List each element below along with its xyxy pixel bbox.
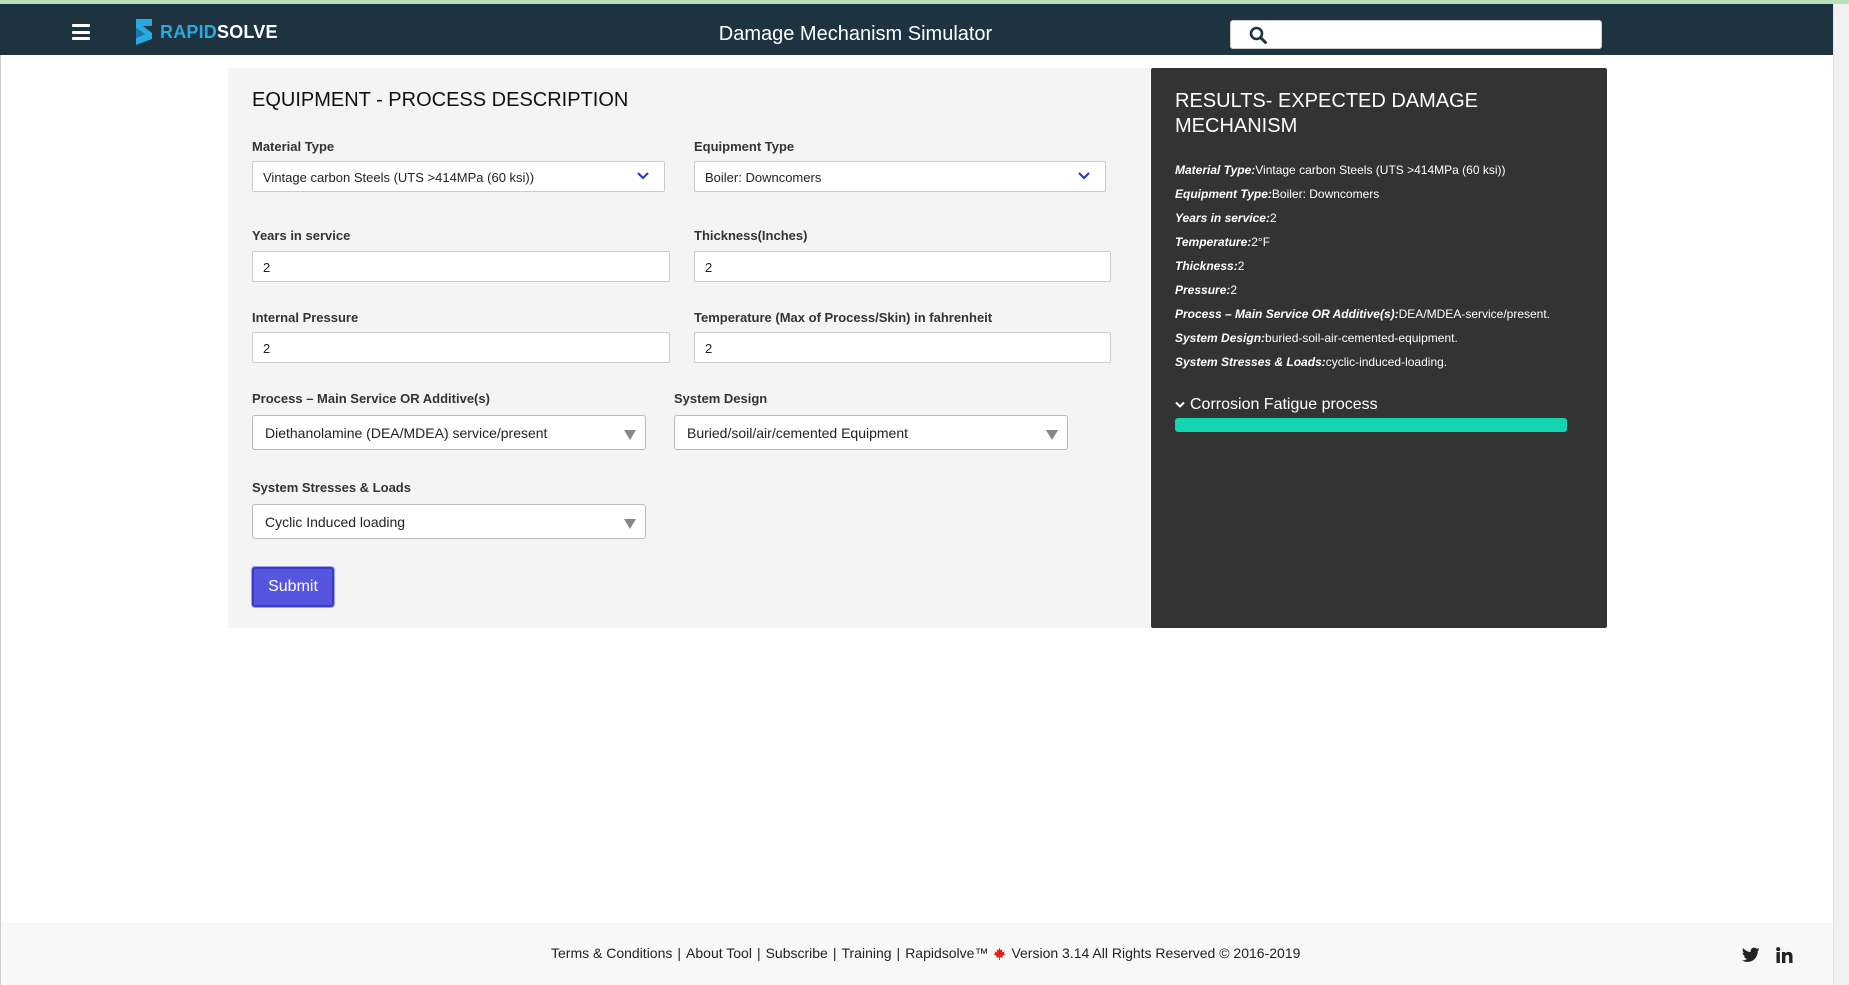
result-thickness: Thickness:2	[1175, 259, 1244, 273]
result-pressure: Pressure:2	[1175, 283, 1237, 297]
result-value: cyclic-induced-loading.	[1325, 355, 1448, 369]
page-scrollbar[interactable]	[1833, 4, 1849, 985]
equipment-form-panel: EQUIPMENT - PROCESS DESCRIPTION Material…	[228, 68, 1150, 628]
process-select[interactable]: Diethanolamine (DEA/MDEA) service/presen…	[252, 415, 646, 450]
temperature-input[interactable]: 2	[694, 332, 1111, 363]
result-value: 2	[1269, 211, 1277, 225]
result-value: 2	[1230, 283, 1238, 297]
material-type-select[interactable]: Vintage carbon Steels (UTS >414MPa (60 k…	[252, 161, 665, 192]
temperature-label: Temperature (Max of Process/Skin) in fah…	[694, 310, 993, 325]
search-icon[interactable]	[1249, 26, 1267, 44]
result-key: Years in service:	[1175, 211, 1270, 225]
process-label: Process – Main Service OR Additive(s)	[252, 391, 490, 406]
result-value: Vintage carbon Steels (UTS >414MPa (60 k…	[1255, 163, 1506, 177]
mechanism-name: Corrosion Fatigue process	[1190, 396, 1378, 413]
thickness-input[interactable]: 2	[694, 251, 1111, 282]
dropdown-arrow-icon	[1046, 430, 1058, 440]
system-design-value: Buried/soil/air/cemented Equipment	[687, 425, 909, 441]
results-title: RESULTS- EXPECTED DAMAGE MECHANISM	[1175, 90, 1479, 137]
footer: Terms & Conditions | About Tool | Subscrib…	[1, 923, 1833, 985]
result-value: 2°F	[1251, 235, 1271, 249]
maple-leaf-icon	[993, 947, 1006, 960]
years-in-service-input[interactable]: 2	[252, 251, 670, 282]
result-temperature: Temperature:2°F	[1175, 235, 1270, 249]
result-key: System Design:	[1175, 331, 1266, 345]
result-key: Process – Main Service OR Additive(s):	[1175, 307, 1399, 321]
result-material-type: Material Type:Vintage carbon Steels (UTS…	[1175, 163, 1505, 177]
chevron-down-icon	[1078, 172, 1090, 180]
left-border	[0, 55, 1, 985]
process-value: Diethanolamine (DEA/MDEA) service/presen…	[265, 425, 548, 441]
twitter-icon[interactable]	[1742, 947, 1760, 963]
navbar: RAPIDSOLVE Damage Mechanism Simulator	[0, 4, 1833, 55]
subscribe-link[interactable]: Subscribe	[766, 945, 828, 961]
system-design-label: System Design	[674, 391, 768, 406]
result-key: Pressure:	[1175, 283, 1231, 297]
system-stresses-select[interactable]: Cyclic Induced loading	[252, 504, 646, 539]
result-years-in-service: Years in service:2	[1175, 211, 1277, 225]
results-panel: RESULTS- EXPECTED DAMAGE MECHANISM Mater…	[1151, 68, 1607, 628]
temperature-value: 2	[705, 341, 713, 356]
system-stresses-label: System Stresses & Loads	[252, 480, 411, 495]
result-value: buried-soil-air-cemented-equipment.	[1265, 331, 1458, 345]
result-key: Temperature:	[1175, 235, 1252, 249]
footer-separator: |	[896, 945, 901, 961]
result-key: Equipment Type:	[1175, 187, 1272, 201]
result-key: Material Type:	[1175, 163, 1256, 177]
mechanism-toggle[interactable]: Corrosion Fatigue process	[1175, 396, 1378, 414]
search-box[interactable]	[1230, 20, 1602, 49]
years-in-service-value: 2	[263, 260, 271, 275]
footer-separator: |	[756, 945, 761, 961]
footer-links: Terms & Conditions | About Tool | Subscrib…	[551, 945, 1300, 961]
internal-pressure-input[interactable]: 2	[252, 332, 670, 363]
equipment-type-label: Equipment Type	[694, 139, 795, 154]
result-value: Boiler: Downcomers	[1271, 187, 1380, 201]
form-title: EQUIPMENT - PROCESS DESCRIPTION	[252, 89, 629, 111]
training-link[interactable]: Training	[841, 945, 891, 961]
result-value: 2	[1237, 259, 1245, 273]
result-key: System Stresses & Loads:	[1175, 355, 1326, 369]
dropdown-arrow-icon	[624, 519, 636, 529]
thickness-label: Thickness(Inches)	[694, 228, 808, 243]
result-process: Process – Main Service OR Additive(s):DE…	[1175, 307, 1550, 321]
footer-separator: |	[832, 945, 837, 961]
internal-pressure-value: 2	[263, 341, 271, 356]
years-in-service-label: Years in service	[252, 228, 351, 243]
linkedin-icon[interactable]	[1776, 947, 1793, 963]
chevron-down-icon	[637, 172, 649, 180]
result-system-design: System Design:buried-soil-air-cemented-e…	[1175, 331, 1458, 345]
material-type-value: Vintage carbon Steels (UTS >414MPa (60 k…	[263, 170, 535, 185]
mechanism-level-bar	[1175, 418, 1567, 432]
result-system-stresses: System Stresses & Loads:cyclic-induced-l…	[1175, 355, 1447, 369]
system-stresses-value: Cyclic Induced loading	[265, 514, 406, 530]
result-key: Thickness:	[1175, 259, 1238, 273]
dropdown-arrow-icon	[624, 430, 636, 440]
version-text: Version 3.14 All Rights Reserved © 2016-…	[1011, 945, 1301, 961]
equipment-type-value: Boiler: Downcomers	[705, 170, 822, 185]
submit-button[interactable]: Submit	[252, 567, 334, 607]
result-value: DEA/MDEA-service/present.	[1398, 307, 1551, 321]
equipment-type-select[interactable]: Boiler: Downcomers	[694, 161, 1106, 192]
chevron-down-icon	[1175, 401, 1185, 408]
material-type-label: Material Type	[252, 139, 335, 154]
about-link[interactable]: About Tool	[686, 945, 752, 961]
internal-pressure-label: Internal Pressure	[252, 310, 359, 325]
system-design-select[interactable]: Buried/soil/air/cemented Equipment	[674, 415, 1068, 450]
brand-text: Rapidsolve™	[905, 945, 989, 961]
result-equipment-type: Equipment Type:Boiler: Downcomers	[1175, 187, 1379, 201]
terms-link[interactable]: Terms & Conditions	[551, 945, 672, 961]
thickness-value: 2	[705, 260, 713, 275]
search-input[interactable]	[1277, 24, 1591, 47]
footer-separator: |	[677, 945, 682, 961]
